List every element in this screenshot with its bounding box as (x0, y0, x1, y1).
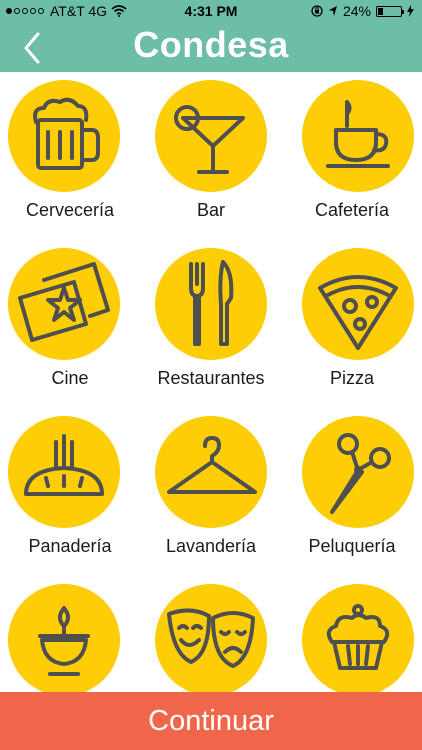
category-label: Lavandería (165, 536, 257, 556)
category-item-panaderia[interactable]: Panadería (0, 408, 140, 568)
category-circle (155, 416, 267, 528)
movie-tickets-icon (18, 262, 110, 342)
category-circle (155, 80, 267, 192)
beer-mug-icon (33, 97, 100, 170)
coffee-cup-icon (326, 100, 390, 168)
category-item-cafeteria[interactable]: Cafetería (282, 72, 422, 232)
continue-button[interactable]: Continuar (0, 692, 422, 750)
screen-lock-icon (311, 5, 323, 17)
category-item-peluqueria[interactable]: Peluquería (282, 408, 422, 568)
category-label: Peluquería (308, 536, 396, 556)
category-item-bar[interactable]: Bar (141, 72, 281, 232)
category-label: Bar (196, 200, 225, 220)
page-title: Condesa (133, 24, 289, 65)
category-label: Panadería (28, 536, 112, 556)
battery-icon (376, 5, 404, 17)
category-circle (8, 584, 120, 696)
fork-knife-icon (189, 260, 234, 346)
bread-icon (24, 434, 104, 496)
theater-masks-icon (167, 608, 255, 668)
category-circle (8, 248, 120, 360)
category-label: Cervecería (25, 200, 115, 220)
category-item-pizza[interactable]: Pizza (282, 240, 422, 400)
cocktail-glass-icon (174, 105, 245, 174)
category-item-cerveceria[interactable]: Cervecería (0, 72, 140, 232)
category-circle (155, 584, 267, 696)
category-label: Pizza (329, 368, 374, 388)
category-item-lavanderia[interactable]: Lavandería (141, 408, 281, 568)
category-label: Cafetería (314, 200, 390, 220)
battery-percent: 24% (342, 3, 371, 19)
status-right: 24% (311, 3, 414, 19)
category-circle (302, 248, 414, 360)
pizza-slice-icon (318, 275, 398, 350)
category-label: Cine (51, 368, 89, 388)
category-circle (8, 80, 120, 192)
category-item-restaurantes[interactable]: Restaurantes (141, 240, 281, 400)
hanger-icon (167, 436, 257, 494)
charging-bolt-icon (407, 5, 414, 17)
category-item-theater[interactable] (141, 576, 281, 696)
scissors-icon (330, 433, 391, 514)
top-bar: AT&T 4G 4:31 PM 24% Condesa (0, 0, 422, 72)
cupcake-icon (326, 604, 390, 670)
category-item-cupcake[interactable] (282, 576, 422, 696)
category-circle (302, 416, 414, 528)
category-circle (8, 416, 120, 528)
category-label: Restaurantes (157, 368, 265, 388)
category-circle (155, 248, 267, 360)
category-item-candle[interactable] (0, 576, 140, 696)
candle-icon (38, 606, 90, 676)
status-bar: AT&T 4G 4:31 PM 24% (0, 0, 422, 22)
category-circle (302, 80, 414, 192)
category-item-cine[interactable]: Cine (0, 240, 140, 400)
category-circle (302, 584, 414, 696)
location-arrow-icon (328, 6, 337, 16)
